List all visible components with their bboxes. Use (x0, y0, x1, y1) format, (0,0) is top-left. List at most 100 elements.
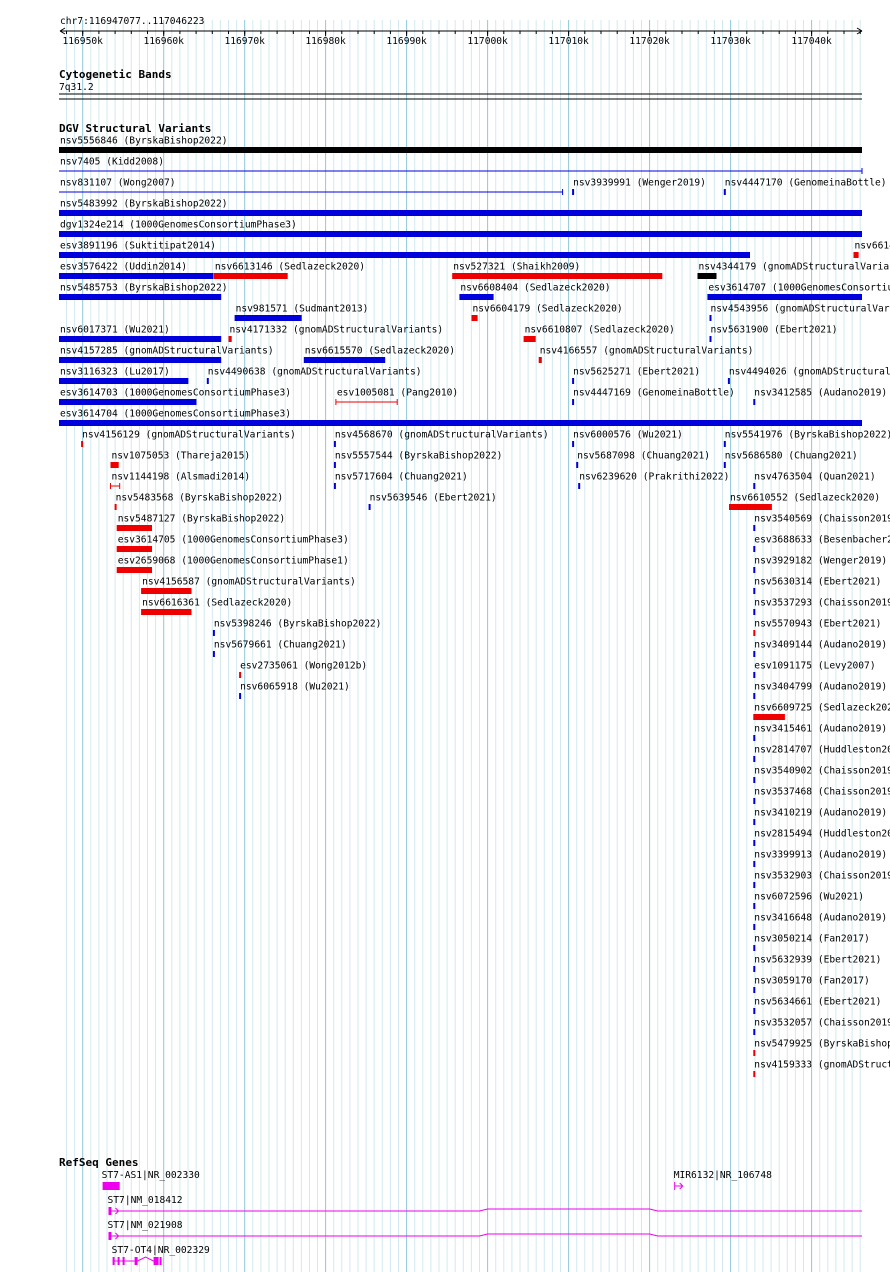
dgv-feature-label: esv3614705 (1000GenomesConsortiumPhase3) (118, 535, 349, 546)
dgv-feature[interactable]: nsv3416648 (Audano2019) (753, 913, 887, 931)
dgv-feature[interactable]: nsv3532057 (Chaisson2019) (753, 1018, 890, 1036)
dgv-feature-label: nsv5632939 (Ebert2021) (754, 955, 881, 966)
dgv-feature-label: nsv3929182 (Wenger2019) (754, 556, 887, 567)
refseq-exon (102, 1182, 120, 1190)
dgv-feature[interactable]: nsv6613146 (Sedlazeck2020) (213, 262, 365, 280)
dgv-feature[interactable]: nsv5679661 (Chuang2021) (212, 640, 347, 658)
dgv-feature-bar (59, 357, 222, 363)
dgv-feature[interactable]: nsv5556846 (ByrskaBishop2022) (59, 136, 862, 154)
dgv-feature[interactable]: nsv5541976 (ByrskaBishop2022) (723, 430, 890, 448)
dgv-feature[interactable]: nsv4543956 (gnomADStructuralVariants) (709, 304, 890, 322)
dgv-feature-label: dgv1324e214 (1000GenomesConsortiumPhase3… (60, 220, 297, 231)
refseq-gene[interactable]: ST7-AS1|NR_002330 (102, 1170, 200, 1190)
refseq-gene-label: ST7-OT4|NR_002329 (112, 1245, 210, 1256)
dgv-feature-label: nsv5687098 (Chuang2021) (577, 451, 710, 462)
dgv-feature[interactable]: nsv6610807 (Sedlazeck2020) (523, 325, 675, 343)
dgv-feature[interactable]: nsv5570943 (Ebert2021) (753, 619, 881, 637)
dgv-feature-label: nsv5630314 (Ebert2021) (754, 577, 881, 588)
dgv-feature[interactable]: nsv5557544 (ByrskaBishop2022) (333, 451, 503, 469)
dgv-feature-bar (368, 504, 371, 510)
dgv-feature[interactable]: nsv4447170 (GenomeinaBottle) (723, 178, 887, 196)
dgv-feature[interactable]: nsv6610552 (Sedlazeck2020) (729, 493, 880, 511)
dgv-feature[interactable]: nsv6608404 (Sedlazeck2020) (459, 283, 611, 301)
dgv-feature[interactable]: esv3576422 (Uddin2014) (59, 262, 214, 280)
dgv-feature[interactable]: nsv6017371 (Wu2021) (59, 325, 222, 343)
dgv-feature[interactable]: nsv4156587 (gnomADStructuralVariants) (141, 577, 356, 595)
dgv-feature[interactable]: nsv3939991 (Wenger2019) (572, 178, 706, 196)
dgv-feature[interactable]: nsv6604179 (Sedlazeck2020) (471, 304, 623, 322)
dgv-feature[interactable]: nsv3409144 (Audano2019) (753, 640, 887, 658)
dgv-feature[interactable]: nsv2814707 (Huddleston2017) (753, 745, 890, 763)
dgv-feature[interactable]: esv2735061 (Wong2012b) (239, 661, 367, 679)
dgv-feature[interactable]: nsv3415461 (Audano2019) (753, 724, 887, 742)
dgv-feature[interactable]: esv1091175 (Levy2007) (753, 661, 876, 679)
dgv-feature[interactable]: nsv4494026 (gnomADStructuralVariants) (727, 367, 890, 385)
dgv-feature-label: esv3614704 (1000GenomesConsortiumPhase3) (60, 409, 291, 420)
dgv-feature[interactable]: nsv831107 (Wong2007) (59, 178, 564, 196)
dgv-feature[interactable]: nsv3929182 (Wenger2019) (753, 556, 887, 574)
dgv-feature[interactable]: nsv3404799 (Audano2019) (753, 682, 887, 700)
dgv-feature[interactable]: nsv5630314 (Ebert2021) (753, 577, 881, 595)
dgv-feature-bar (59, 252, 750, 258)
dgv-feature[interactable]: nsv5634661 (Ebert2021) (753, 997, 881, 1015)
dgv-feature[interactable]: nsv3116323 (Lu2017) (59, 367, 189, 385)
dgv-feature-label: nsv4171332 (gnomADStructuralVariants) (230, 325, 444, 336)
dgv-feature[interactable]: nsv6609725 (Sedlazeck2020) (753, 703, 890, 721)
dgv-feature[interactable]: nsv4159333 (gnomADStructuralVariants) (753, 1060, 890, 1078)
dgv-feature[interactable]: nsv6072596 (Wu2021) (753, 892, 864, 910)
dgv-feature[interactable]: nsv981571 (Sudmant2013) (234, 304, 369, 322)
dgv-feature[interactable]: nsv5639546 (Ebert2021) (368, 493, 497, 511)
dgv-feature[interactable]: nsv3412585 (Audano2019) (753, 388, 887, 406)
refseq-gene[interactable]: ST7-OT4|NR_002329 (112, 1245, 210, 1265)
dgv-feature[interactable]: nsv5479925 (ByrskaBishop2022) (753, 1039, 890, 1057)
dgv-feature[interactable]: nsv3540569 (Chaisson2019) (753, 514, 890, 532)
ruler-tick-label: 117020k (629, 36, 670, 47)
dgv-feature[interactable]: nsv4763504 (Quan2021) (753, 472, 876, 490)
dgv-feature-label: nsv3050214 (Fan2017) (754, 934, 870, 945)
dgv-feature-label: nsv5639546 (Ebert2021) (370, 493, 497, 504)
dgv-feature[interactable]: nsv4344179 (gnomADStructuralVariants) (697, 262, 890, 280)
dgv-feature-bar (59, 420, 862, 426)
dgv-feature[interactable]: nsv5625271 (Ebert2021) (572, 367, 700, 385)
dgv-feature[interactable]: esv3891196 (Suktitipat2014) (59, 241, 750, 259)
dgv-feature[interactable]: nsv6615570 (Sedlazeck2020) (303, 346, 455, 364)
dgv-feature-bar (753, 1050, 756, 1056)
dgv-feature[interactable]: nsv3537293 (Chaisson2019) (753, 598, 890, 616)
dgv-feature-bar (452, 273, 663, 279)
dgv-feature[interactable]: nsv5487127 (ByrskaBishop2022) (116, 514, 286, 532)
dgv-feature[interactable]: esv3614707 (1000GenomesConsortiumPhase3) (707, 283, 890, 301)
dgv-feature[interactable]: nsv5398246 (ByrskaBishop2022) (212, 619, 382, 637)
dgv-feature[interactable]: esv3688633 (Besenbacher2016) (753, 535, 890, 553)
dgv-feature[interactable]: nsv527321 (Shaikh2009) (452, 262, 663, 280)
dgv-feature[interactable]: nsv5485753 (ByrskaBishop2022) (59, 283, 228, 301)
dgv-feature[interactable]: nsv2815494 (Huddleston2017) (753, 829, 890, 847)
dgv-feature[interactable]: nsv3399913 (Audano2019) (753, 850, 887, 868)
dgv-feature[interactable]: esv3614705 (1000GenomesConsortiumPhase3) (116, 535, 349, 553)
dgv-feature[interactable]: nsv5483992 (ByrskaBishop2022) (59, 199, 862, 217)
dgv-feature[interactable]: esv3614704 (1000GenomesConsortiumPhase3) (59, 409, 862, 427)
dgv-feature[interactable]: dgv1324e214 (1000GenomesConsortiumPhase3… (59, 220, 862, 238)
dgv-feature[interactable]: esv3614703 (1000GenomesConsortiumPhase3) (59, 388, 291, 406)
dgv-feature[interactable]: nsv4157285 (gnomADStructuralVariants) (59, 346, 274, 364)
dgv-feature[interactable]: nsv5632939 (Ebert2021) (753, 955, 881, 973)
dgv-feature[interactable]: nsv5686580 (Chuang2021) (723, 451, 858, 469)
dgv-feature[interactable]: nsv3540902 (Chaisson2019) (753, 766, 890, 784)
dgv-feature-bar (116, 525, 152, 531)
dgv-feature-label: nsv4763504 (Quan2021) (754, 472, 875, 483)
dgv-feature[interactable]: nsv6614 (853, 241, 890, 259)
dgv-feature[interactable]: nsv3410219 (Audano2019) (753, 808, 887, 826)
dgv-feature[interactable]: nsv4490638 (gnomADStructuralVariants) (206, 367, 422, 385)
dgv-feature-bar (753, 630, 756, 636)
dgv-feature[interactable]: esv2659068 (1000GenomesConsortiumPhase1) (116, 556, 349, 574)
dgv-feature[interactable]: nsv5631900 (Ebert2021) (709, 325, 838, 343)
dgv-feature[interactable]: nsv4166557 (gnomADStructuralVariants) (538, 346, 754, 364)
dgv-feature[interactable]: nsv6616361 (Sedlazeck2020) (141, 598, 292, 616)
dgv-feature[interactable]: nsv3537468 (Chaisson2019) (753, 787, 890, 805)
dgv-feature-bar (234, 315, 302, 321)
dgv-feature-bar (523, 336, 536, 342)
dgv-feature[interactable]: esv1005081 (Pang2010) (335, 388, 458, 406)
dgv-feature[interactable]: nsv4447169 (GenomeinaBottle) (572, 388, 735, 406)
dgv-feature[interactable]: nsv3532903 (Chaisson2019) (753, 871, 890, 889)
dgv-feature-label: nsv6065918 (Wu2021) (240, 682, 350, 693)
dgv-feature[interactable]: nsv5717604 (Chuang2021) (333, 472, 468, 490)
